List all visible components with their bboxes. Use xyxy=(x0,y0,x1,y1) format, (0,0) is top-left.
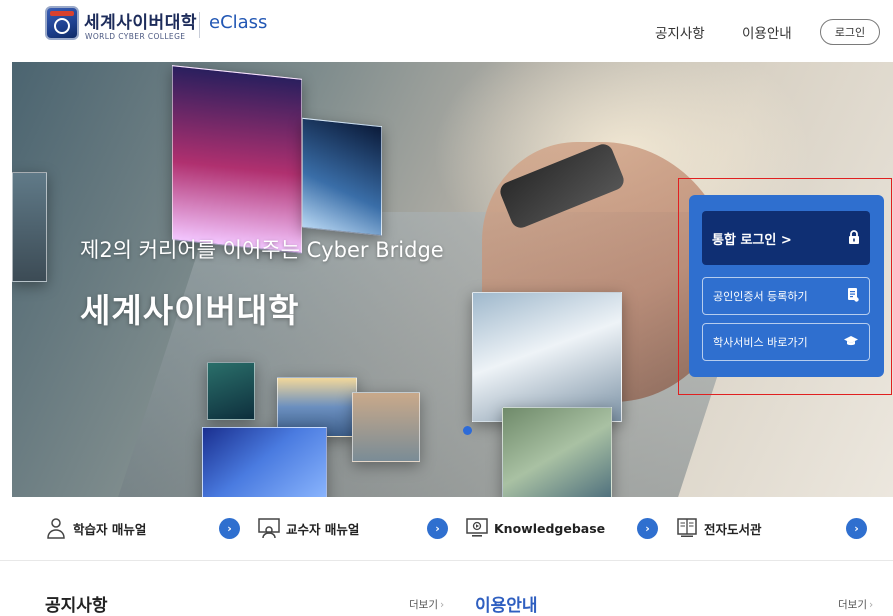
hero-photo-tile xyxy=(202,427,327,497)
notice-section-title: 공지사항 xyxy=(45,596,108,616)
monitor-play-icon xyxy=(466,517,488,539)
integrated-login-button[interactable]: 통합 로그인 > xyxy=(702,211,870,265)
hero-photo-tile xyxy=(302,117,382,237)
professor-manual-arrow-button[interactable]: › xyxy=(427,518,448,539)
knowledgebase-arrow-button[interactable]: › xyxy=(637,518,658,539)
login-panel: 통합 로그인 > 공인인증서 등록하기 학사서비스 바로가기 xyxy=(689,195,884,377)
professor-board-icon xyxy=(258,517,280,539)
emblem-globe-icon xyxy=(54,18,70,34)
logo-name-ko[interactable]: 세계사이버대학 xyxy=(84,8,197,33)
hero-photo-tile xyxy=(12,172,47,282)
graduation-cap-icon xyxy=(843,335,859,350)
hero-subtitle: 제2의 커리어를 이어주는 Cyber Bridge xyxy=(80,238,444,262)
quick-link-professor-manual[interactable]: 교수자 매뉴얼 xyxy=(258,513,359,543)
hero-photo-tile xyxy=(352,392,420,462)
header-login-button[interactable]: 로그인 xyxy=(820,19,880,45)
certificate-document-icon xyxy=(847,287,859,305)
chevron-right-icon: › xyxy=(439,599,445,611)
integrated-login-label: 통합 로그인 > xyxy=(712,232,792,248)
quick-link-label: Knowledgebase xyxy=(494,520,606,536)
hero-photo-tile xyxy=(472,292,622,422)
more-label: 더보기 xyxy=(838,599,867,611)
quick-link-label: 학습자 매뉴얼 xyxy=(73,521,147,537)
college-emblem-logo[interactable] xyxy=(45,6,79,40)
nav-guide-link[interactable]: 이용안내 xyxy=(742,22,792,42)
academic-service-label: 학사서비스 바로가기 xyxy=(713,336,808,349)
lock-icon xyxy=(848,229,860,247)
emblem-band xyxy=(50,11,74,16)
quick-link-label: 교수자 매뉴얼 xyxy=(286,521,360,537)
more-label: 더보기 xyxy=(409,599,438,611)
student-manual-arrow-button[interactable]: › xyxy=(219,518,240,539)
nav-notice-link[interactable]: 공지사항 xyxy=(655,22,705,42)
slide-indicator-dot[interactable] xyxy=(463,426,472,435)
certificate-register-label: 공인인증서 등록하기 xyxy=(713,290,808,303)
hero-photo-tile xyxy=(207,362,255,420)
logo-name-en: WORLD CYBER COLLEGE xyxy=(85,32,186,41)
hero-photo-tile xyxy=(172,65,302,254)
hero-photo-tile xyxy=(502,407,612,497)
logo-divider xyxy=(199,12,200,38)
academic-service-button[interactable]: 학사서비스 바로가기 xyxy=(702,323,870,361)
quick-link-student-manual[interactable]: 학습자 매뉴얼 xyxy=(45,513,146,543)
hero-title: 세계사이버대학 xyxy=(80,291,300,330)
guide-more-link[interactable]: 더보기 › xyxy=(838,597,873,612)
site-header: 세계사이버대학 WORLD CYBER COLLEGE eClass 공지사항 … xyxy=(0,0,893,62)
student-person-icon xyxy=(45,517,67,539)
eclass-logo-text[interactable]: eClass xyxy=(209,12,267,33)
digital-library-arrow-button[interactable]: › xyxy=(846,518,867,539)
guide-section-title: 이용안내 xyxy=(475,596,538,616)
quick-link-knowledgebase[interactable]: Knowledgebase xyxy=(466,513,605,543)
chevron-right-icon: › xyxy=(868,599,874,611)
notice-more-link[interactable]: 더보기 › xyxy=(409,597,444,612)
quick-link-label: 전자도서관 xyxy=(704,521,762,537)
certificate-register-button[interactable]: 공인인증서 등록하기 xyxy=(702,277,870,315)
book-library-icon xyxy=(676,517,698,539)
quick-link-digital-library[interactable]: 전자도서관 xyxy=(676,513,762,543)
